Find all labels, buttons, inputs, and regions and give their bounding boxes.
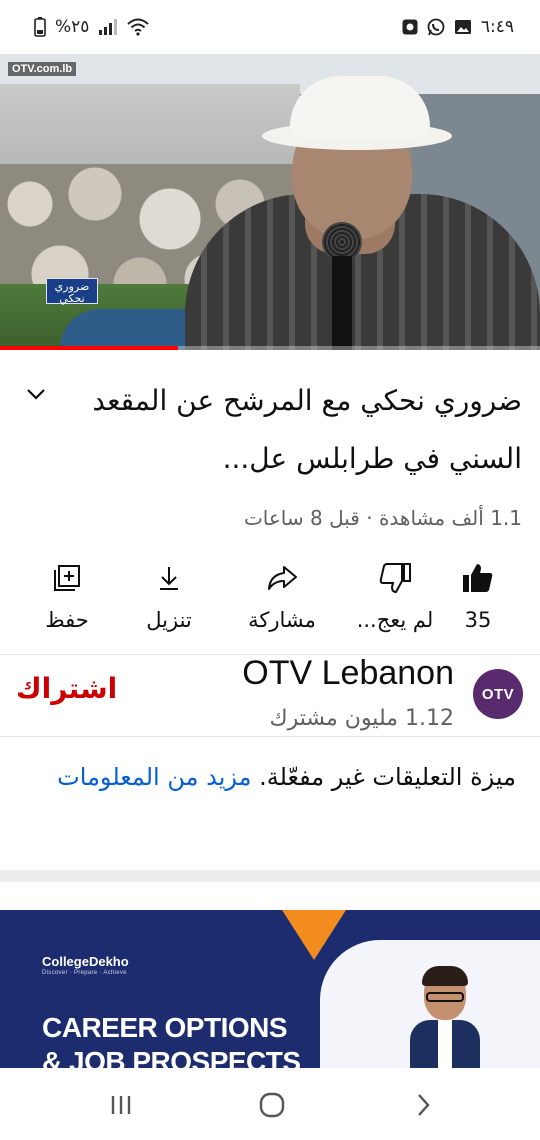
save-button[interactable]: حفظ <box>32 558 102 648</box>
action-bar: 35 لم يعج... مشاركة تنزيل حفظ <box>0 558 540 648</box>
dislike-button[interactable]: لم يعج... <box>340 558 450 648</box>
ad-person-image <box>410 966 480 1068</box>
video-meta: 1.1 ألف مشاهدة · قبل 8 ساعات <box>243 506 522 530</box>
status-right: ٦:٤٩ <box>402 17 514 37</box>
like-count: 35 <box>464 608 492 632</box>
microphone-body <box>332 256 352 350</box>
home-button[interactable] <box>257 1090 287 1120</box>
download-button[interactable]: تنزيل <box>134 558 204 648</box>
like-button[interactable]: 35 <box>446 558 510 648</box>
comments-disabled-text: ميزة التعليقات غير مفعّلة. <box>259 763 516 791</box>
wifi-icon <box>127 18 150 36</box>
ad-headline-line2: & JOB PROSPECTS <box>42 1046 301 1068</box>
video-program-tag: ضروري نحكي <box>46 278 98 305</box>
thumbs-up-icon <box>446 558 510 598</box>
ad-person-hair <box>422 966 468 986</box>
subscriber-count: 1.12 مليون مشترك <box>269 706 454 731</box>
channel-name[interactable]: OTV Lebanon <box>242 654 454 693</box>
thumbs-down-icon <box>340 558 450 598</box>
divider <box>0 736 540 737</box>
add-to-playlist-icon <box>32 558 102 598</box>
battery-icon <box>34 17 46 37</box>
learn-more-link[interactable]: مزيد من المعلومات <box>57 763 251 791</box>
microphone <box>322 222 362 350</box>
video-progress-fill <box>0 346 179 350</box>
comments-disabled-notice: ميزة التعليقات غير مفعّلة. مزيد من المعل… <box>24 754 516 800</box>
clock: ٦:٤٩ <box>480 17 514 37</box>
ad-person-shirt <box>438 1020 452 1068</box>
ad-banner[interactable]: CollegeDekho Discover · Prepare · Achiev… <box>0 910 540 1068</box>
back-button[interactable] <box>408 1090 438 1120</box>
channel-avatar[interactable]: OTV <box>473 669 523 719</box>
status-left: %٢٥ <box>34 17 150 37</box>
ad-person-glasses <box>426 992 464 1002</box>
video-player[interactable]: OTV.com.lb ضروري نحكي <box>0 54 540 350</box>
recent-apps-button[interactable] <box>106 1090 136 1120</box>
photo-icon <box>454 19 472 35</box>
signal-icon <box>98 19 118 35</box>
chevron-down-icon[interactable] <box>22 380 50 408</box>
whatsapp-icon <box>427 18 445 36</box>
status-bar: %٢٥ ٦:٤٩ <box>0 0 540 54</box>
video-progress-bar[interactable] <box>0 346 540 350</box>
video-watermark: OTV.com.lb <box>8 62 77 76</box>
download-icon <box>134 558 204 598</box>
ad-headline-line1: CAREER OPTIONS <box>42 1012 288 1043</box>
share-label: مشاركة <box>248 608 316 632</box>
battery-percent: %٢٥ <box>55 17 90 37</box>
video-hat-top <box>290 76 430 138</box>
save-label: حفظ <box>45 608 89 632</box>
share-icon <box>230 558 334 598</box>
section-divider <box>0 870 540 882</box>
download-label: تنزيل <box>146 608 192 632</box>
record-icon <box>402 19 418 35</box>
subscribe-button[interactable]: اشتراك <box>16 672 117 705</box>
share-button[interactable]: مشاركة <box>230 558 334 648</box>
dislike-label: لم يعج... <box>356 608 434 632</box>
system-nav-bar <box>0 1068 540 1140</box>
video-title[interactable]: ضروري نحكي مع المرشح عن المقعد السني في … <box>92 372 522 488</box>
ad-brand-tagline: Discover · Prepare · Achieve <box>42 970 127 976</box>
ad-orange-triangle <box>282 910 346 960</box>
ad-brand-logo: CollegeDekho <box>42 954 129 969</box>
